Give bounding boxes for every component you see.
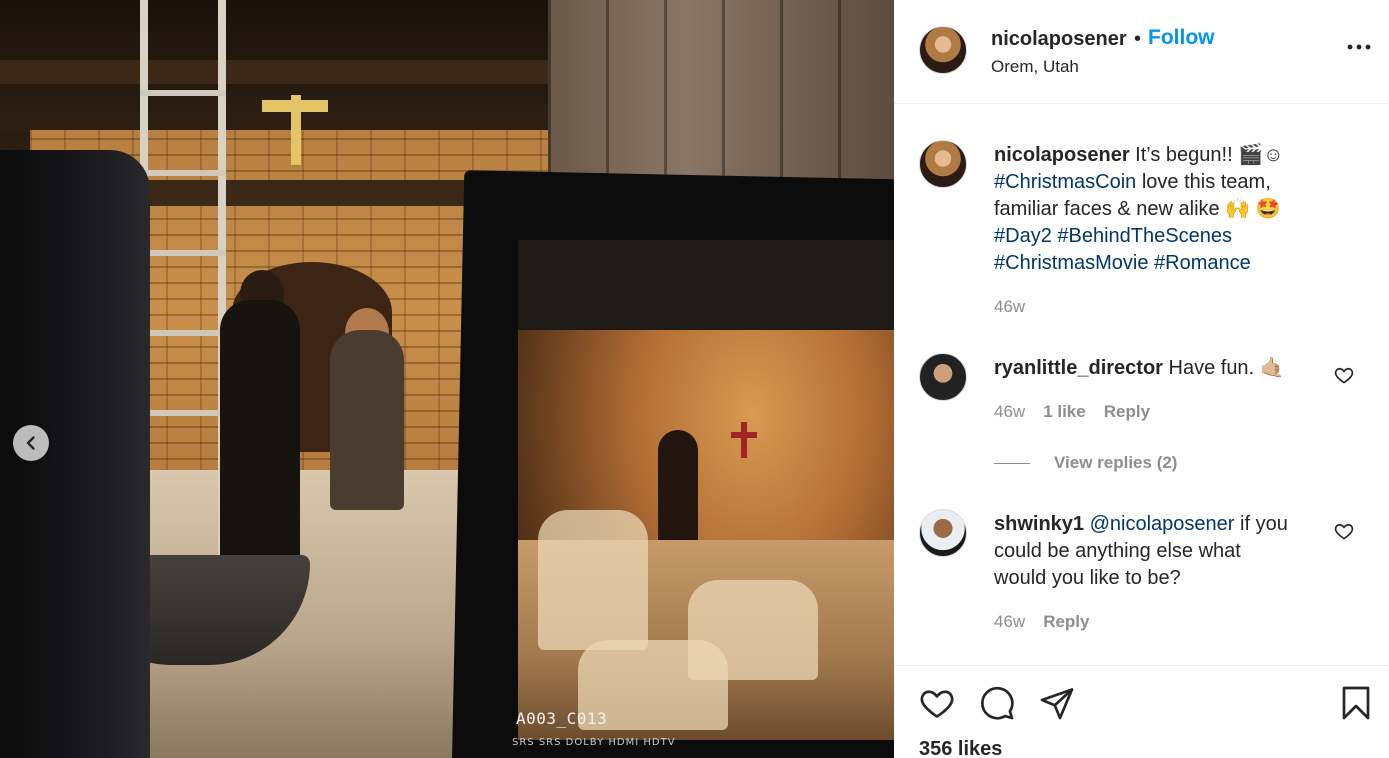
comment-meta: 46w Reply xyxy=(994,612,1107,632)
mention-link[interactable]: @nicolaposener xyxy=(1090,513,1235,535)
screen-doorway xyxy=(658,430,698,540)
carousel-prev-button[interactable] xyxy=(13,425,49,461)
caption-fragment: It’s begun!! 🎬☺ xyxy=(1129,144,1284,166)
comment-text: shwinky1 @nicolaposener if you could be … xyxy=(994,511,1324,592)
caption-avatar[interactable] xyxy=(919,140,967,188)
post-actions: 356 likes xyxy=(894,665,1389,758)
follow-button[interactable]: Follow xyxy=(1148,26,1215,50)
screen-cross-arm xyxy=(731,432,757,438)
caption-timestamp[interactable]: 46w xyxy=(994,297,1025,317)
actress xyxy=(330,330,404,510)
bookmark-icon[interactable] xyxy=(1338,685,1374,721)
comment-like-icon[interactable] xyxy=(1334,365,1354,385)
hashtag-link[interactable]: #ChristmasMovie xyxy=(994,252,1148,274)
monitor-bezel-logos: SRS SRS DOLBY HDMI HDTV xyxy=(512,737,676,748)
comment-text: ryanlittle_director Have fun. 🤙🏼 xyxy=(994,355,1324,382)
actor xyxy=(220,300,300,570)
ladder-rung xyxy=(140,90,226,96)
likes-count[interactable]: 356 likes xyxy=(919,738,1002,758)
screen-ceiling xyxy=(518,240,894,330)
slate-code: A003_C013 xyxy=(516,709,608,728)
send-icon[interactable] xyxy=(1039,685,1075,721)
ceiling-beam xyxy=(0,60,560,84)
reply-button[interactable]: Reply xyxy=(1043,612,1089,631)
church-set-photo: A003_C013 SRS SRS DOLBY HDMI HDTV xyxy=(0,0,894,758)
post-image[interactable]: A003_C013 SRS SRS DOLBY HDMI HDTV xyxy=(0,0,894,758)
monitor-screen xyxy=(518,240,894,740)
more-options-button[interactable] xyxy=(1346,34,1372,60)
separator-dot: • xyxy=(1134,28,1142,50)
author-username[interactable]: nicolaposener xyxy=(991,28,1127,51)
comment-body: could be anything else what xyxy=(994,540,1241,562)
author-avatar[interactable] xyxy=(919,26,967,74)
post-side-panel: nicolaposener • Follow Orem, Utah nicola… xyxy=(894,0,1389,758)
comment-body: Have fun. 🤙🏼 xyxy=(1162,357,1285,379)
reply-button[interactable]: Reply xyxy=(1104,402,1150,421)
ladder-rung xyxy=(140,170,226,176)
ladder-rung xyxy=(140,410,226,416)
post-header: nicolaposener • Follow Orem, Utah xyxy=(894,0,1389,104)
comment-meta: 46w 1 like Reply xyxy=(994,402,1168,422)
hashtag-link[interactable]: #ChristmasCoin xyxy=(994,171,1136,193)
commenter-username[interactable]: shwinky1 xyxy=(994,513,1084,535)
commenter-username[interactable]: ryanlittle_director xyxy=(994,357,1163,379)
caption-fragment: love this team, xyxy=(1136,171,1271,193)
comment-like-icon[interactable] xyxy=(1334,521,1354,541)
chevron-left-icon xyxy=(26,436,35,450)
location-link[interactable]: Orem, Utah xyxy=(991,57,1079,77)
caption-username[interactable]: nicolaposener xyxy=(994,144,1130,166)
commenter-avatar[interactable] xyxy=(919,353,967,401)
comment-body: would you like to be? xyxy=(994,567,1181,589)
caption-fragment: familiar faces & new alike 🙌 🤩 xyxy=(994,198,1281,220)
caption-text: nicolaposener It’s begun!! 🎬☺ #Christmas… xyxy=(994,142,1374,277)
comment-timestamp[interactable]: 46w xyxy=(994,402,1025,421)
crucifix-arm xyxy=(262,100,328,112)
drop-cloth xyxy=(538,510,648,650)
more-horizontal-icon xyxy=(1347,44,1371,50)
view-replies-label: View replies (2) xyxy=(1054,453,1178,472)
commenter-avatar[interactable] xyxy=(919,509,967,557)
ladder-rung xyxy=(140,250,226,256)
ladder-rung xyxy=(140,330,226,336)
hashtag-link[interactable]: #Romance xyxy=(1154,252,1251,274)
comment-icon[interactable] xyxy=(979,685,1015,721)
replies-divider xyxy=(994,462,1030,464)
hashtag-link[interactable]: #Day2 xyxy=(994,225,1052,247)
view-replies-button[interactable]: View replies (2) xyxy=(994,453,1177,473)
comment-body: if you xyxy=(1234,513,1288,535)
heart-icon[interactable] xyxy=(919,685,955,721)
comment-timestamp[interactable]: 46w xyxy=(994,612,1025,631)
comments-list: nicolaposener It’s begun!! 🎬☺ #Christmas… xyxy=(894,105,1389,665)
screen-cross xyxy=(741,422,747,458)
hashtag-link[interactable]: #BehindTheScenes xyxy=(1057,225,1232,247)
comment-like-count[interactable]: 1 like xyxy=(1043,402,1086,421)
